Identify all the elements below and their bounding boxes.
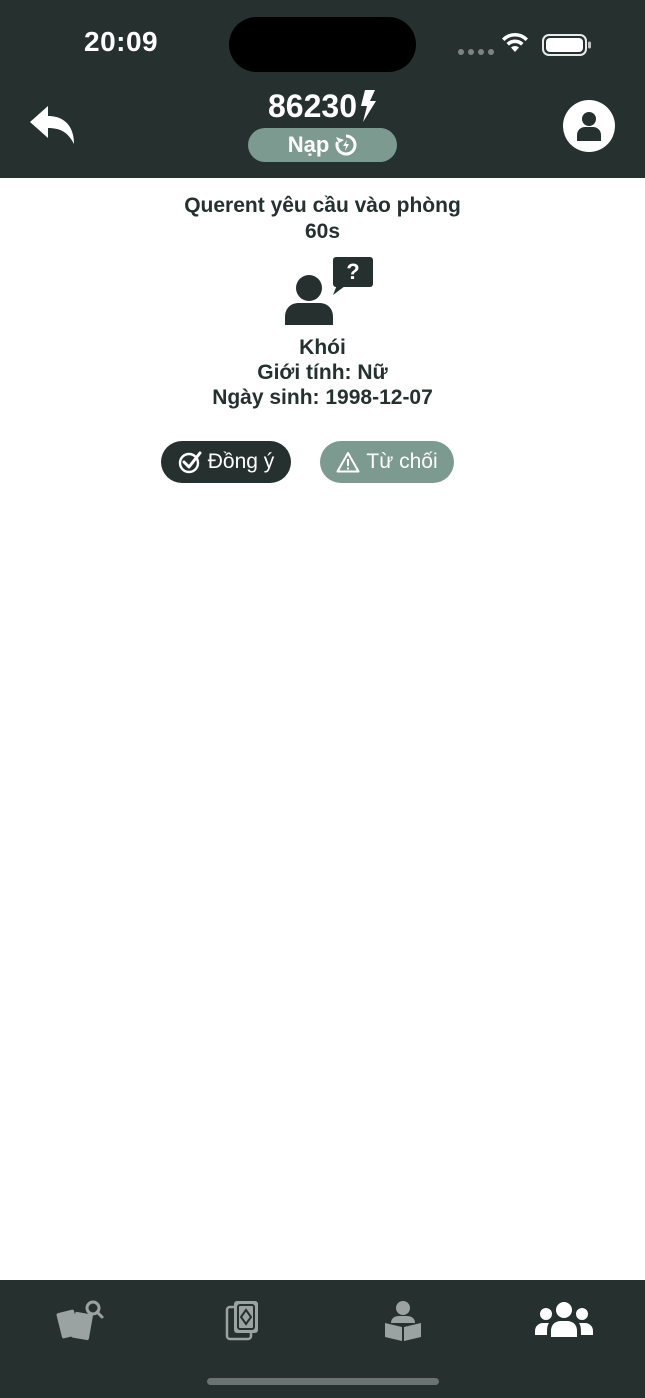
tab-card-deck[interactable] <box>213 1296 273 1346</box>
user-question-icon: ? <box>273 253 373 325</box>
home-indicator <box>207 1378 439 1385</box>
group-icon <box>535 1302 593 1337</box>
balance-value: 86230 <box>268 88 357 124</box>
querent-name: Khói <box>299 336 346 359</box>
querent-birthday: Ngày sinh: 1998-12-07 <box>212 386 433 409</box>
countdown-timer: 60s <box>304 220 341 243</box>
tarot-search-icon <box>56 1300 104 1341</box>
battery-icon <box>542 34 591 56</box>
warning-icon <box>336 452 360 473</box>
reject-button[interactable]: Từ chối <box>320 441 454 483</box>
accept-button[interactable]: Đồng ý <box>161 441 291 483</box>
check-circle-icon <box>178 451 202 474</box>
status-time: 20:09 <box>84 26 159 57</box>
signal-icon <box>458 42 498 60</box>
balance-display: 86230 <box>0 88 645 125</box>
request-actions: Đồng ý Từ chối <box>0 441 645 483</box>
lightning-icon <box>360 89 376 122</box>
status-indicators <box>456 30 596 58</box>
querent-gender: Giới tính: Nữ <box>257 361 388 384</box>
svg-text:?: ? <box>346 259 359 284</box>
request-panel: Querent yêu cầu vào phòng 60s ? Khói Giớ… <box>0 190 645 410</box>
app-header: 20:09 86230 Nạp <box>0 0 645 178</box>
user-icon <box>577 112 601 141</box>
tab-group[interactable] <box>534 1296 594 1346</box>
reader-book-icon <box>385 1301 421 1341</box>
topup-label: Nạp <box>287 132 330 157</box>
request-title: Querent yêu cầu vào phòng <box>184 194 461 217</box>
profile-button[interactable] <box>563 100 615 152</box>
dynamic-island <box>229 17 416 72</box>
card-deck-icon <box>225 1301 258 1341</box>
reject-label: Từ chối <box>366 450 438 473</box>
tab-reader[interactable] <box>373 1296 433 1346</box>
tab-tarot-search[interactable] <box>50 1296 110 1346</box>
refresh-bolt-icon <box>335 134 357 156</box>
accept-label: Đồng ý <box>207 450 275 473</box>
wifi-icon <box>502 32 528 52</box>
topup-button[interactable]: Nạp <box>248 128 397 162</box>
